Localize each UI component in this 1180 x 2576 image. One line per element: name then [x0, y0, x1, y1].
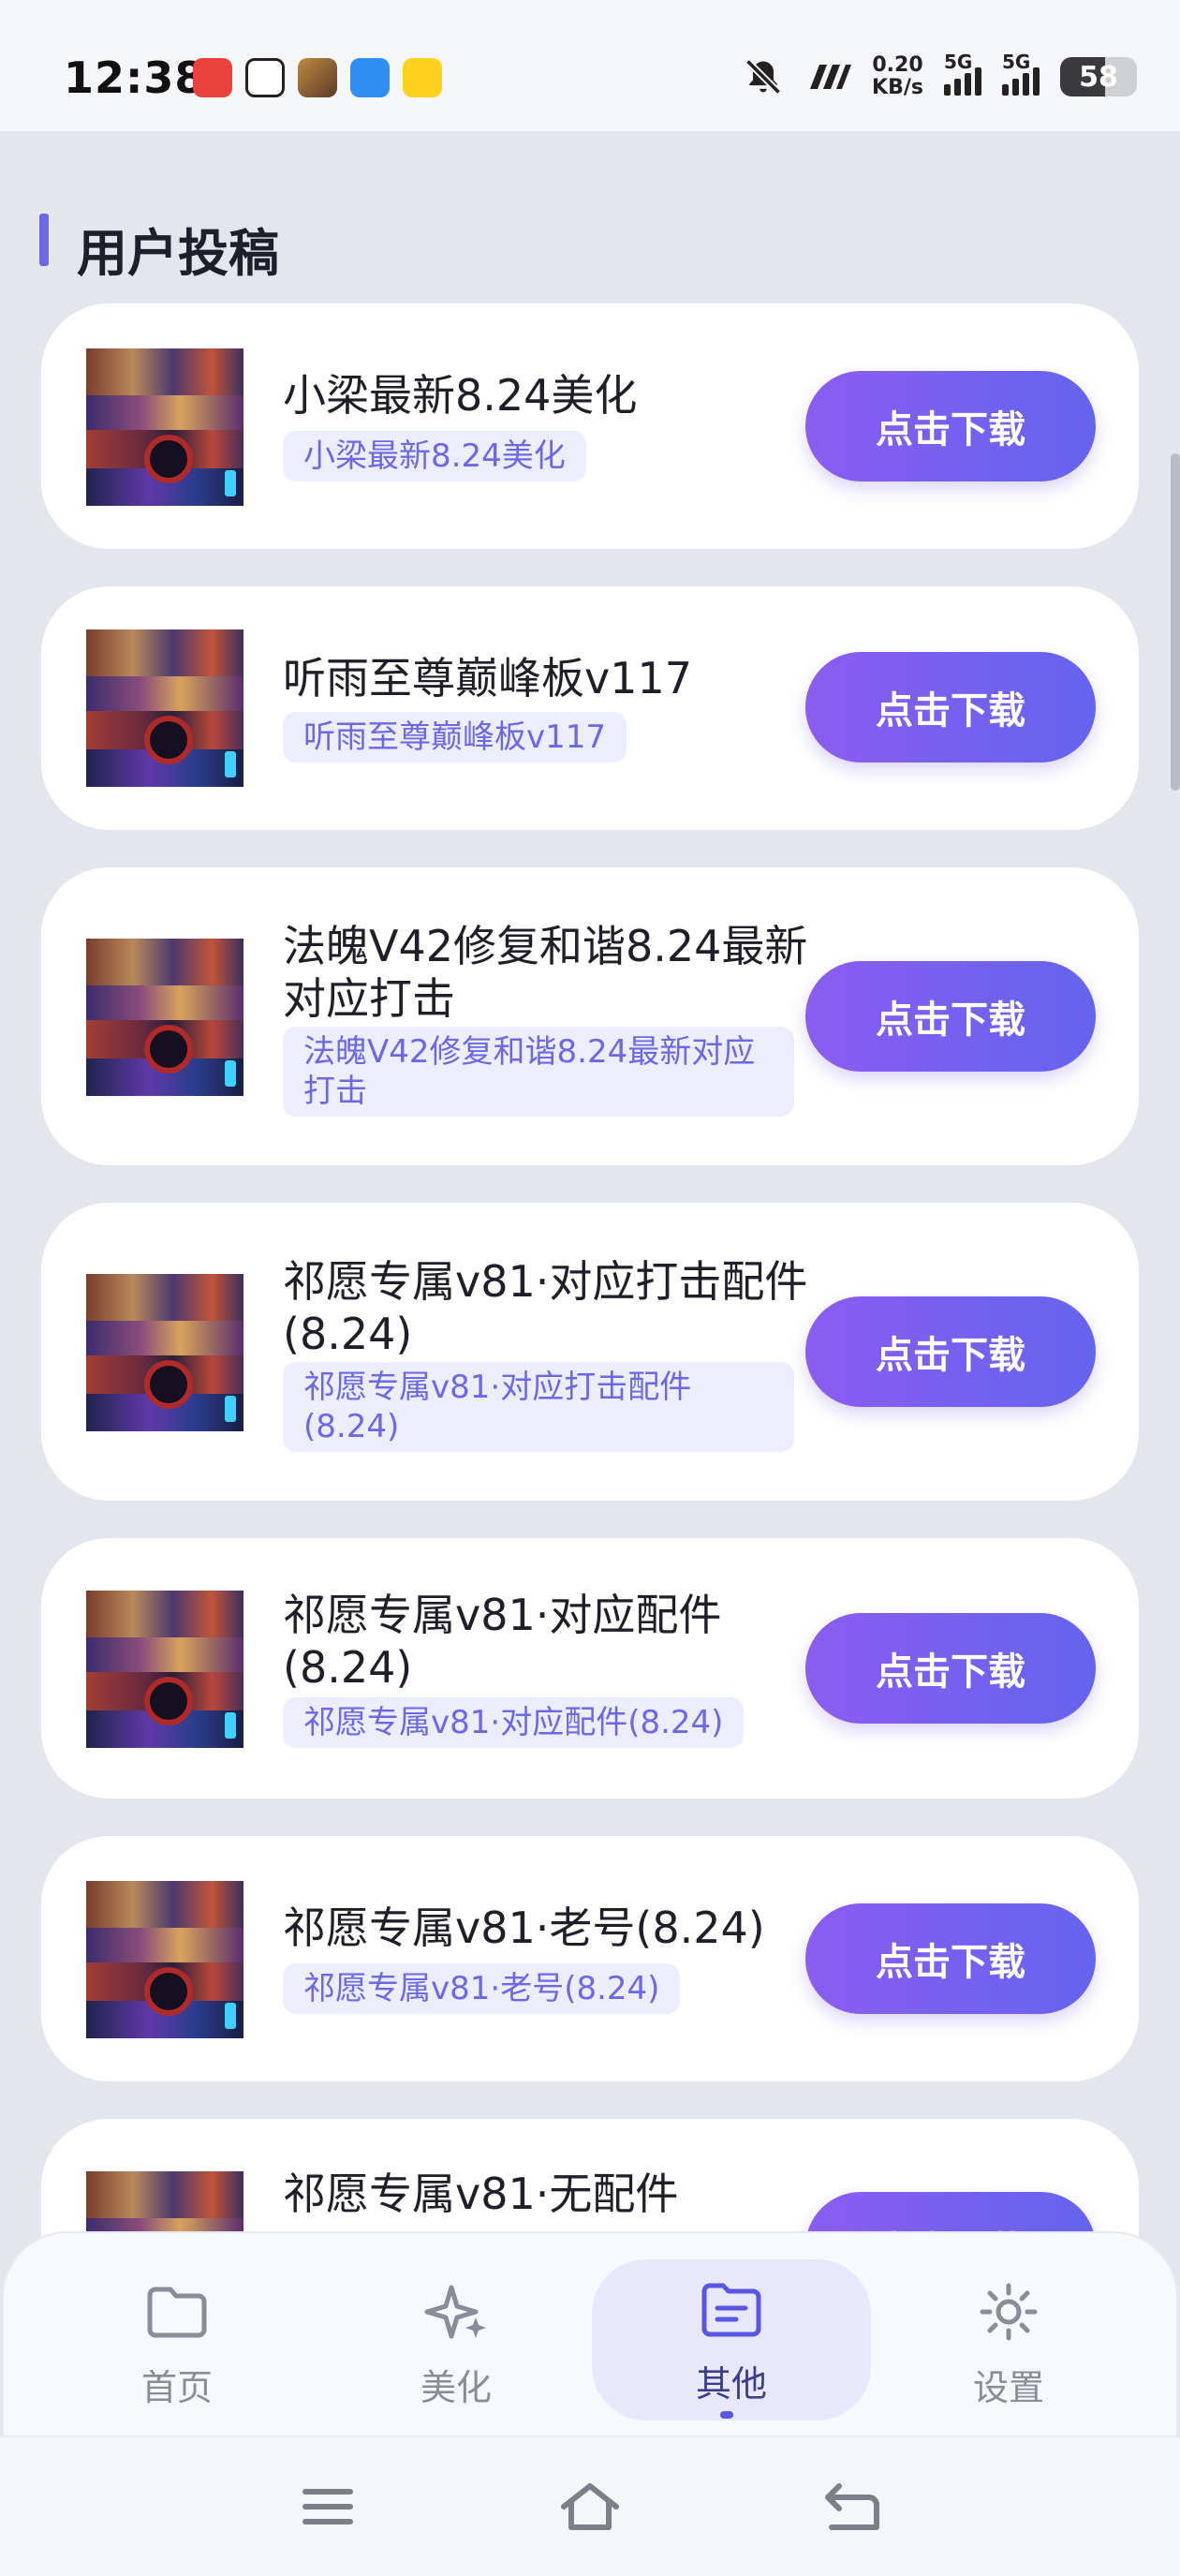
submission-tag: 祁愿专属v81·对应打击配件(8.24) [283, 1362, 794, 1452]
download-button[interactable]: 点击下载 [805, 1296, 1096, 1407]
nav-item-home[interactable]: 首页 [37, 2259, 317, 2421]
app-icon-blue [350, 58, 390, 97]
submission-card: 祁愿专属v81·对应打击配件(8.24) 祁愿专属v81·对应打击配件(8.24… [41, 1203, 1139, 1501]
system-navigation-bar [0, 2437, 1180, 2576]
submission-card: 法魄V42修复和谐8.24最新对应打击 法魄V42修复和谐8.24最新对应打击 … [41, 867, 1139, 1165]
submission-title: 祁愿专属v81·无配件 [283, 2169, 679, 2219]
submission-tag: 祁愿专属v81·老号(8.24) [283, 1963, 681, 2014]
app-icon-yellow [403, 58, 442, 97]
sparkle-icon [424, 2285, 486, 2339]
status-time: 12:38 [64, 52, 206, 103]
app-icon-red [193, 58, 232, 97]
mute-icon [745, 58, 782, 96]
hd-icon [810, 65, 852, 89]
submission-card: 小梁最新8.24美化 小梁最新8.24美化 点击下载 [41, 303, 1139, 549]
submission-tag: 听雨至尊巅峰板v117 [283, 712, 627, 762]
back-icon[interactable] [819, 2479, 886, 2535]
submission-card: 祁愿专属v81·老号(8.24) 祁愿专属v81·老号(8.24) 点击下载 [41, 1836, 1139, 2081]
download-button[interactable]: 点击下载 [805, 371, 1096, 481]
submission-thumbnail[interactable] [86, 939, 243, 1096]
nav-item-settings[interactable]: 设置 [869, 2259, 1148, 2421]
menu-icon[interactable] [294, 2479, 361, 2535]
nav-item-beautify[interactable]: 美化 [317, 2259, 596, 2421]
home-icon[interactable] [556, 2479, 624, 2535]
submission-thumbnail[interactable] [86, 1274, 243, 1431]
submission-title: 小梁最新8.24美化 [283, 370, 638, 421]
submission-card: 祁愿专属v81·对应配件(8.24) 祁愿专属v81·对应配件(8.24) 点击… [41, 1538, 1139, 1799]
notification-icons [193, 58, 442, 97]
submission-thumbnail[interactable] [86, 348, 243, 506]
gear-icon [980, 2283, 1038, 2341]
signal-sim2-icon: 5G [1002, 51, 1040, 96]
scrollbar[interactable] [1171, 453, 1180, 791]
bottom-navigation: 首页 美化 其他 设置 [2, 2231, 1178, 2437]
nav-label-other: 其他 [695, 2363, 767, 2405]
battery-level: 58 [1079, 61, 1118, 94]
submission-title: 法魄V42修复和谐8.24最新对应打击 [283, 921, 808, 1024]
submission-title: 祁愿专属v81·对应打击配件(8.24) [283, 1256, 808, 1359]
status-bar: 12:38 0.20 KB/s 5G 5G 58 [0, 0, 1180, 131]
submission-thumbnail[interactable] [86, 1881, 243, 2038]
nav-label-home: 首页 [140, 2367, 213, 2408]
active-indicator [720, 2411, 733, 2419]
submission-thumbnail[interactable] [86, 1591, 243, 1748]
status-icons: 0.20 KB/s 5G 5G 58 [743, 51, 1137, 99]
nav-label-settings: 设置 [972, 2367, 1044, 2408]
submission-tag: 法魄V42修复和谐8.24最新对应打击 [283, 1027, 794, 1117]
app-icon-game [298, 58, 337, 97]
app-icon-chat [245, 58, 285, 97]
submission-card: 听雨至尊巅峰板v117 听雨至尊巅峰板v117 点击下载 [41, 586, 1139, 830]
download-button[interactable]: 点击下载 [805, 961, 1096, 1072]
section-accent-bar [39, 214, 49, 266]
document-folder-icon [701, 2283, 761, 2337]
submission-thumbnail[interactable] [86, 629, 243, 787]
download-button[interactable]: 点击下载 [805, 1903, 1096, 2014]
submission-tag: 小梁最新8.24美化 [283, 431, 586, 481]
submission-tag: 祁愿专属v81·对应配件(8.24) [283, 1697, 745, 1748]
battery-icon: 58 [1060, 57, 1137, 96]
signal-sim1-icon: 5G [944, 51, 981, 96]
download-button[interactable]: 点击下载 [805, 1613, 1096, 1724]
submission-title: 祁愿专属v81·对应配件(8.24) [283, 1590, 722, 1693]
network-speed: 0.20 KB/s [872, 53, 923, 99]
section-title: 用户投稿 [77, 224, 279, 283]
submission-title: 听雨至尊巅峰板v117 [283, 653, 693, 703]
download-button[interactable]: 点击下载 [805, 652, 1096, 762]
nav-item-other[interactable]: 其他 [592, 2259, 871, 2421]
submission-title: 祁愿专属v81·老号(8.24) [283, 1902, 765, 1953]
folder-icon [147, 2287, 207, 2338]
nav-label-beautify: 美化 [420, 2367, 492, 2408]
